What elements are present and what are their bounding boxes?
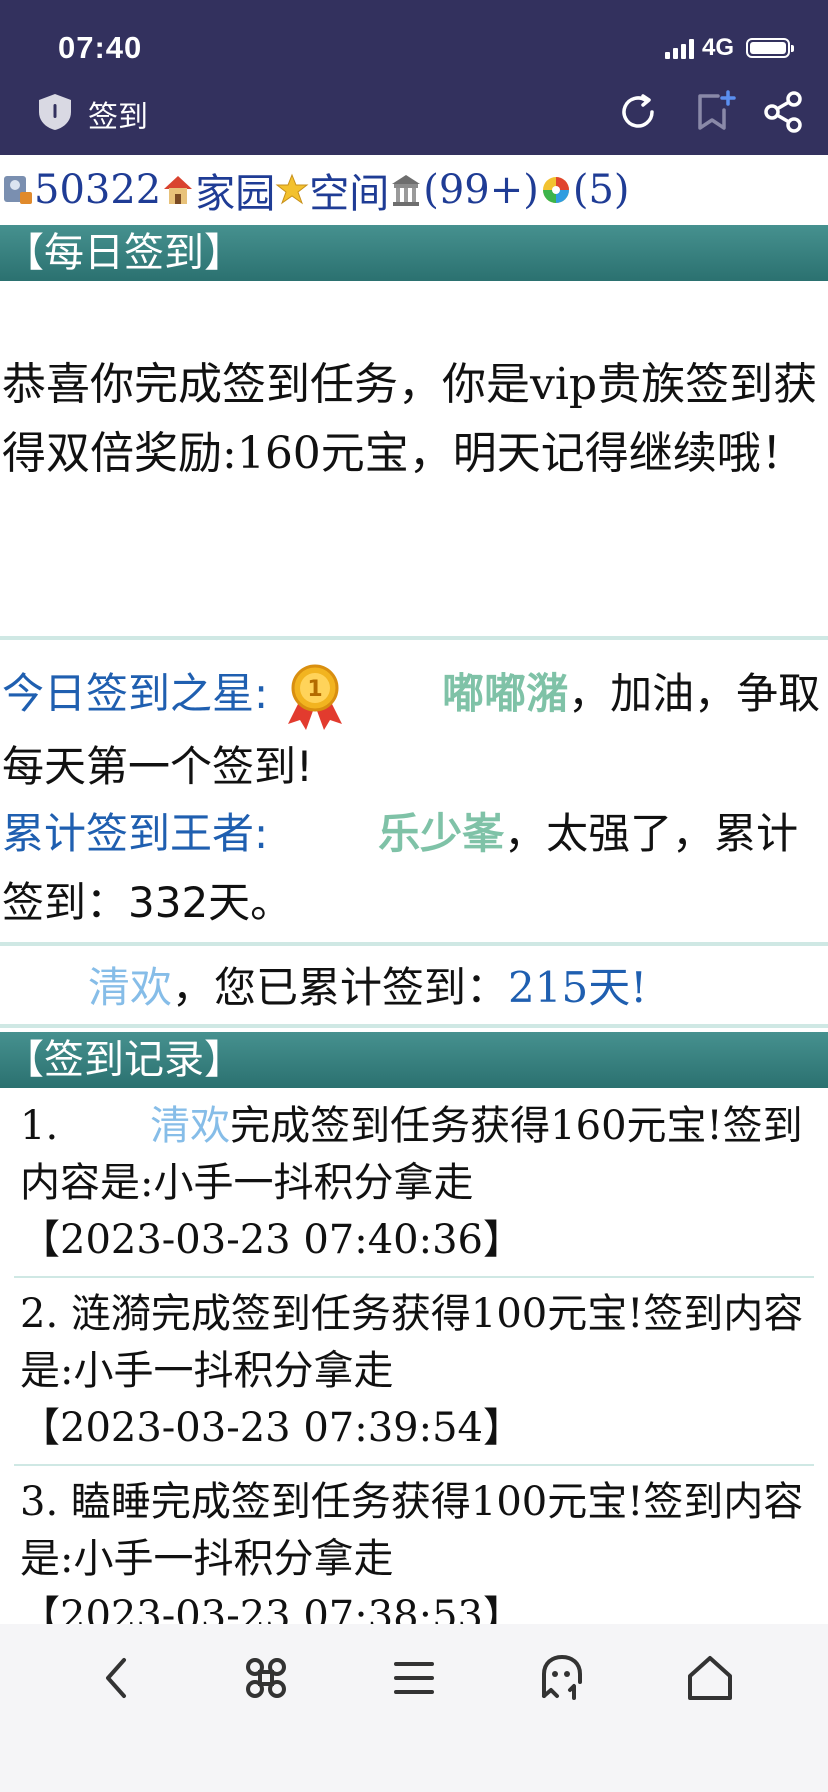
summary-text: ，您已累计签到： bbox=[172, 963, 509, 1012]
signal-icon bbox=[664, 37, 694, 59]
record-user[interactable]: 清欢 bbox=[150, 1103, 230, 1149]
top-signer-paragraph: 累计签到王者: 乐少峯，太强了，累计签到：332天。 bbox=[2, 799, 826, 937]
divider bbox=[0, 942, 828, 946]
refresh-icon[interactable] bbox=[616, 90, 660, 134]
quick-links-row: 50322 家园 空间 (99+) (5) bbox=[0, 160, 828, 220]
user-icon bbox=[4, 176, 32, 204]
total-signin-days: 215天! bbox=[508, 963, 648, 1012]
command-icon[interactable] bbox=[240, 1652, 292, 1704]
status-time: 07:40 bbox=[58, 30, 143, 65]
home-icon[interactable] bbox=[684, 1652, 736, 1704]
record-item: 1. 清欢完成签到任务获得160元宝!签到内容是:小手一抖积分拿走 【2023-0… bbox=[20, 1098, 820, 1269]
status-indicators: 4G bbox=[664, 34, 794, 62]
notices-link[interactable]: (5) bbox=[573, 167, 630, 213]
house-icon bbox=[164, 176, 193, 204]
network-type: 4G bbox=[701, 34, 734, 61]
daily-signin-header: 【每日签到】 bbox=[0, 225, 828, 281]
top-signer-name[interactable]: 乐少峯 bbox=[378, 809, 504, 858]
record-index: 2. bbox=[20, 1291, 59, 1337]
record-divider bbox=[14, 1276, 814, 1278]
record-item: 2. 涟漪完成签到任务获得100元宝!签到内容是:小手一抖积分拿走 【2023-… bbox=[20, 1286, 820, 1457]
record-user[interactable]: 瞌睡 bbox=[71, 1479, 151, 1525]
messages-link[interactable]: (99+) bbox=[423, 167, 539, 213]
bottom-toolbar bbox=[0, 1624, 828, 1792]
bookmark-add-icon[interactable] bbox=[692, 90, 736, 134]
top-bar: 07:40 4G 签到 bbox=[0, 0, 828, 155]
record-text: 完成签到任务获得160元宝!签到内容是:小手一抖积分拿走 bbox=[20, 1103, 803, 1206]
star-icon bbox=[275, 173, 309, 205]
menu-icon[interactable] bbox=[388, 1652, 440, 1704]
space-link[interactable]: 空间 bbox=[309, 161, 389, 219]
signin-records-header: 【签到记录】 bbox=[0, 1032, 828, 1088]
divider bbox=[0, 636, 828, 640]
record-index: 3. bbox=[20, 1479, 59, 1525]
record-item: 3. 瞌睡完成签到任务获得100元宝!签到内容是:小手一抖积分拿走 【2023-… bbox=[20, 1474, 820, 1645]
today-star-name[interactable]: 嘟嘟潴 bbox=[442, 669, 568, 718]
shield-icon bbox=[39, 94, 71, 130]
color-wheel-icon bbox=[542, 177, 569, 203]
svg-text:1: 1 bbox=[308, 677, 323, 702]
my-signin-summary: 清欢，您已累计签到：215天! bbox=[88, 958, 647, 1018]
medal-icon: 1 bbox=[288, 664, 343, 730]
battery-icon bbox=[746, 38, 794, 58]
home-link[interactable]: 家园 bbox=[195, 161, 275, 219]
back-icon[interactable] bbox=[92, 1652, 144, 1704]
record-user[interactable]: 涟漪 bbox=[71, 1291, 151, 1337]
current-user-name[interactable]: 清欢 bbox=[88, 963, 172, 1012]
top-signer-label: 累计签到王者: bbox=[2, 809, 269, 858]
record-divider bbox=[14, 1464, 814, 1466]
today-star-label: 今日签到之星: bbox=[2, 669, 269, 718]
record-time: 【2023-03-23 07:39:54】 bbox=[20, 1405, 523, 1451]
record-index: 1. bbox=[20, 1103, 59, 1149]
user-id-link[interactable]: 50322 bbox=[34, 167, 161, 213]
ghost-icon[interactable] bbox=[536, 1652, 588, 1704]
share-icon[interactable] bbox=[762, 90, 806, 134]
page-title: 签到 bbox=[88, 100, 148, 135]
record-time: 【2023-03-23 07:40:36】 bbox=[20, 1217, 523, 1263]
building-icon bbox=[392, 175, 421, 206]
divider bbox=[0, 1024, 828, 1028]
signin-success-message: 恭喜你完成签到任务，你是vip贵族签到获得双倍奖励:160元宝，明天记得继续哦！ bbox=[2, 359, 818, 479]
today-star-paragraph: 今日签到之星: 1 嘟嘟潴，加油，争取每天第一个签到! bbox=[2, 659, 826, 801]
